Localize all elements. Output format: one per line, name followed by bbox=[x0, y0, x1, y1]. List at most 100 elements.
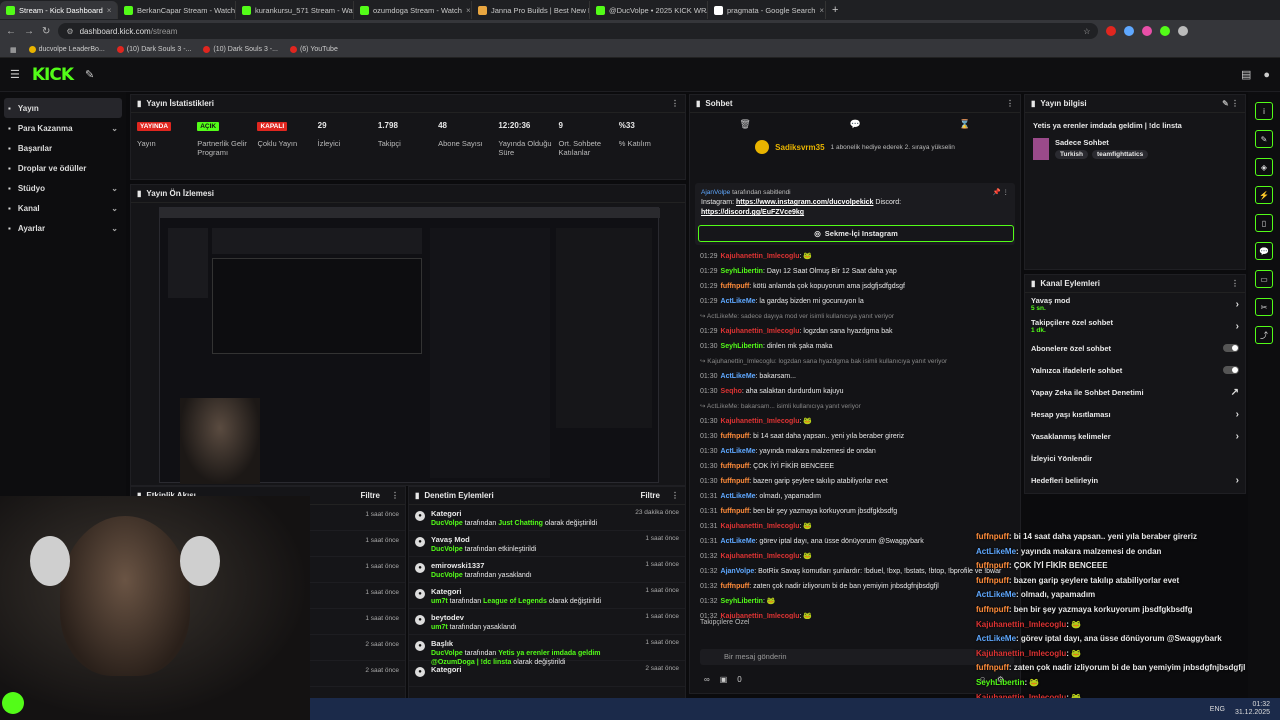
chat-username[interactable]: fuffnpuff bbox=[721, 508, 750, 515]
edit-icon[interactable]: ✎ bbox=[1255, 130, 1273, 148]
browser-tab[interactable]: pragmata - Google Search × bbox=[708, 1, 826, 19]
screen-icon[interactable]: ▭ bbox=[1255, 270, 1273, 288]
stream-tag[interactable]: teamfighttatics bbox=[1092, 150, 1149, 159]
sidebar-item[interactable]: ▪ Kanal ⌄ bbox=[0, 198, 126, 218]
action-by[interactable]: DucVolpe bbox=[431, 650, 463, 657]
channel-action-row[interactable]: İzleyici Yönlendir bbox=[1025, 447, 1245, 469]
chat-message[interactable]: 01:29 fuffnpuff: kötü anlamda çok kopuyor… bbox=[690, 279, 1020, 294]
share-icon[interactable]: ⤴ bbox=[1255, 326, 1273, 344]
browser-tab[interactable]: Janna Pro Builds | Best New Pr× bbox=[472, 1, 590, 19]
gift-icon[interactable]: ◈ bbox=[1255, 158, 1273, 176]
toggle-switch[interactable] bbox=[1223, 366, 1239, 374]
chevron-right-icon[interactable]: › bbox=[1236, 475, 1239, 486]
language-indicator[interactable]: ENG bbox=[1210, 706, 1225, 713]
chat-username[interactable]: fuffnpuff bbox=[721, 283, 750, 290]
chat-message[interactable]: 01:32 AjanVolpe: BotRix Savaş komutları ş… bbox=[690, 564, 1020, 579]
more-icon[interactable]: ⋮ bbox=[1006, 99, 1014, 108]
chat-username[interactable]: Kajuhanettin_Imlecoglu bbox=[721, 418, 800, 425]
profile-avatar[interactable] bbox=[1178, 26, 1189, 36]
extension-icon[interactable] bbox=[1160, 26, 1171, 36]
kick-logo[interactable]: KICK bbox=[32, 65, 74, 85]
chat-username[interactable]: SeyhLibertin bbox=[721, 343, 763, 350]
action-by[interactable]: um7t bbox=[431, 624, 448, 631]
chat-username[interactable]: ActLikeMe bbox=[721, 538, 756, 545]
chat-icon[interactable]: 💬 bbox=[1255, 242, 1273, 260]
chat-message[interactable]: 01:30 SeyhLibertin: dinlen mk şaka maka bbox=[690, 339, 1020, 354]
hourglass-icon[interactable]: ⌛ bbox=[959, 119, 970, 130]
chat-username[interactable]: fuffnpuff bbox=[721, 583, 750, 590]
action-by[interactable]: DucVolpe bbox=[431, 572, 463, 579]
infinity-icon[interactable]: ∞ bbox=[704, 675, 710, 684]
chevron-right-icon[interactable]: › bbox=[1236, 299, 1239, 310]
chat-username[interactable]: ActLikeMe bbox=[721, 298, 756, 305]
info-icon[interactable]: i bbox=[1255, 102, 1273, 120]
back-icon[interactable]: ← bbox=[6, 26, 16, 37]
stream-preview-video[interactable] bbox=[159, 207, 660, 484]
chat-username[interactable]: ActLikeMe bbox=[721, 493, 756, 500]
chevron-down-icon[interactable]: ⌄ bbox=[111, 184, 118, 193]
action-by[interactable]: um7t bbox=[431, 598, 448, 605]
chat-message[interactable]: 01:32 SeyhLibertin: 🐸 bbox=[690, 594, 1020, 609]
channel-action-row[interactable]: Hedefleri belirleyin › bbox=[1025, 469, 1245, 491]
reload-icon[interactable]: ↻ bbox=[42, 26, 50, 37]
chat-message[interactable]: 01:31 Kajuhanettin_Imlecoglu: 🐸 bbox=[690, 519, 1020, 534]
category-name[interactable]: Sadece Sohbet bbox=[1055, 138, 1148, 147]
chat-username[interactable]: Seqho bbox=[721, 388, 742, 395]
sidebar-item[interactable]: ▪ Başarılar bbox=[0, 138, 126, 158]
filter-button[interactable]: Filtre bbox=[640, 491, 660, 500]
sidebar-item[interactable]: ▪ Ayarlar ⌄ bbox=[0, 218, 126, 238]
close-icon[interactable]: × bbox=[466, 6, 471, 15]
chat-message[interactable]: ↪ Kajuhanettin_Imlecoglu: logzdan sana h… bbox=[690, 354, 1020, 369]
sidebar-item[interactable]: ▪ Yayın bbox=[4, 98, 122, 118]
channel-action-row[interactable]: Yapay Zeka ile Sohbet Denetimi ↗ bbox=[1025, 381, 1245, 403]
more-icon[interactable]: ⋮ bbox=[671, 99, 679, 108]
chat-username[interactable]: AjanVolpe bbox=[721, 568, 755, 575]
bookmark-star-icon[interactable]: ☆ bbox=[1083, 27, 1090, 36]
chat-username[interactable]: ActLikeMe bbox=[721, 373, 756, 380]
chat-username[interactable]: SeyhLibertin bbox=[721, 598, 763, 605]
extension-icon[interactable] bbox=[1142, 26, 1153, 36]
close-icon[interactable]: × bbox=[819, 6, 824, 15]
chat-message[interactable]: ↪ ActLikeMe: sadece dayıya mod ver isiml… bbox=[690, 309, 1020, 324]
pin-icon[interactable]: 📌 ⋮ bbox=[993, 188, 1009, 198]
chat-message[interactable]: 01:32 fuffnpuff: zaten çok nadir izliyoru… bbox=[690, 579, 1020, 594]
instagram-link[interactable]: https://www.instagram.com/ducvolpekick bbox=[736, 199, 873, 206]
chat-message[interactable]: 01:30 Seqho: aha salaktan durdurdum kajuy… bbox=[690, 384, 1020, 399]
chat-message[interactable]: 01:32 Kajuhanettin_Imlecoglu: 🐸 bbox=[690, 549, 1020, 564]
forward-icon[interactable]: → bbox=[24, 26, 34, 37]
sidebar-item[interactable]: ▪ Stüdyo ⌄ bbox=[0, 178, 126, 198]
layout-icon[interactable]: ▤ bbox=[1241, 68, 1251, 81]
discord-link[interactable]: https://discord.gg/EuFZVce9kg bbox=[701, 209, 804, 216]
chat-username[interactable]: ActLikeMe bbox=[721, 448, 756, 455]
pin-icon[interactable]: ✎ bbox=[85, 68, 94, 81]
more-icon[interactable]: ⋮ bbox=[391, 491, 399, 500]
external-link-icon[interactable]: ↗ bbox=[1231, 387, 1239, 398]
tools-icon[interactable]: ✂ bbox=[1255, 298, 1273, 316]
browser-tab[interactable]: BerkanCapar Stream - Watch L× bbox=[118, 1, 236, 19]
chat-username[interactable]: Kajuhanettin_Imlecoglu bbox=[721, 523, 800, 530]
sidebar-item[interactable]: ▪ Droplar ve ödüller bbox=[0, 158, 126, 178]
action-by[interactable]: DucVolpe bbox=[431, 520, 463, 527]
channel-action-row[interactable]: Abonelere özel sohbet bbox=[1025, 337, 1245, 359]
bookmark-item[interactable]: (6) YouTube bbox=[289, 46, 338, 53]
new-tab-icon[interactable]: + bbox=[832, 4, 838, 16]
chat-message[interactable]: 01:31 ActLikeMe: olmadı, yapamadım bbox=[690, 489, 1020, 504]
chat-message[interactable]: 01:29 SeyhLibertin: Dayı 12 Saat Olmuş Bi… bbox=[690, 264, 1020, 279]
chat-username[interactable]: Kajuhanettin_Imlecoglu bbox=[721, 328, 800, 335]
apps-icon[interactable]: ▦ bbox=[10, 46, 17, 54]
bookmark-item[interactable]: (10) Dark Souls 3 -... bbox=[203, 46, 278, 53]
chat-username[interactable]: Kajuhanettin_Imlecoglu bbox=[721, 553, 800, 560]
channel-action-row[interactable]: Yalnızca ifadelerle sohbet bbox=[1025, 359, 1245, 381]
channel-action-row[interactable]: Yavaş mod 5 sn. › bbox=[1025, 293, 1245, 315]
menu-icon[interactable]: ☰ bbox=[10, 68, 20, 81]
chevron-down-icon[interactable]: ⌄ bbox=[111, 204, 118, 213]
bookmark-item[interactable]: (10) Dark Souls 3 -... bbox=[116, 46, 191, 53]
channel-action-row[interactable]: Yasaklanmış kelimeler › bbox=[1025, 425, 1245, 447]
action-by[interactable]: DucVolpe bbox=[431, 546, 463, 553]
edit-icon[interactable]: ✎ ⋮ bbox=[1222, 99, 1239, 108]
chat-username[interactable]: fuffnpuff bbox=[721, 433, 750, 440]
browser-tab[interactable]: @DucVolpe • 2025 KICK WRAP× bbox=[590, 1, 708, 19]
chat-message[interactable]: 01:29 Kajuhanettin_Imlecoglu: logzdan san… bbox=[690, 324, 1020, 339]
clock[interactable]: 01:32 31.12.2025 bbox=[1235, 701, 1270, 717]
chat-message[interactable]: ↪ ActLikeMe: bakarsam... isimli kullanıc… bbox=[690, 399, 1020, 414]
